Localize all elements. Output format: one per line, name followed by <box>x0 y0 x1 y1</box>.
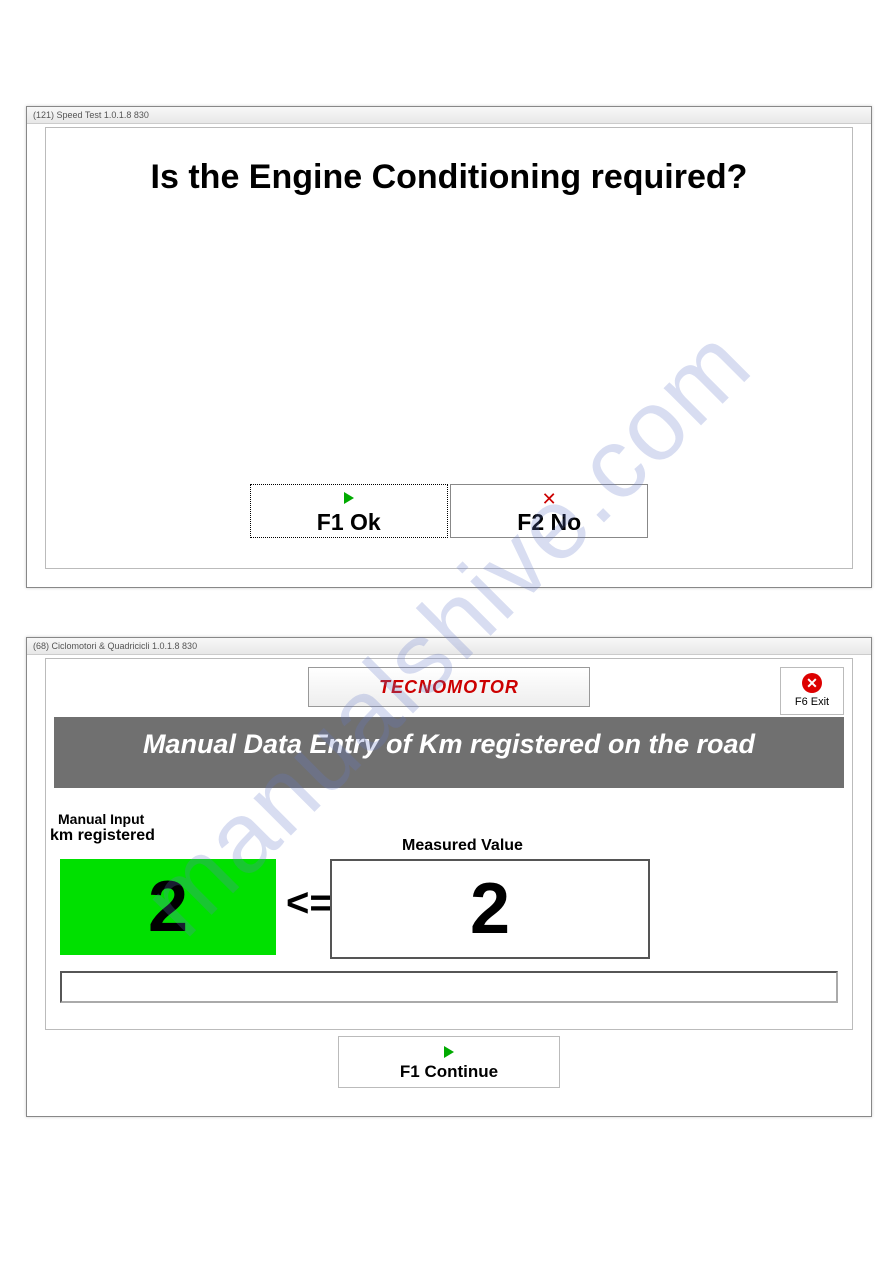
exit-button[interactable]: ✕ F6 Exit <box>780 667 844 715</box>
play-icon <box>344 492 354 504</box>
manual-entry-banner: Manual Data Entry of Km registered on th… <box>54 717 844 788</box>
engine-conditioning-question: Is the Engine Conditioning required? <box>46 158 852 197</box>
logo-text: TECNOMOTOR <box>379 668 519 706</box>
dialog-button-row: F1 Ok ✕ F2 No <box>46 484 852 538</box>
close-icon: ✕ <box>542 491 557 507</box>
window1-title: (121) Speed Test 1.0.1.8 830 <box>27 107 871 124</box>
comparison-operator: <= <box>286 881 333 926</box>
limit-value-box: 2 <box>60 859 276 955</box>
exit-icon: ✕ <box>802 673 822 693</box>
exit-button-label: F6 Exit <box>781 693 843 708</box>
measured-value-input[interactable]: 2 <box>330 859 650 959</box>
manual-input-label: Manual Input <box>58 811 144 827</box>
no-button[interactable]: ✕ F2 No <box>450 484 648 538</box>
measured-value-label: Measured Value <box>402 837 523 855</box>
ok-button-label: F1 Ok <box>251 507 447 536</box>
speed-test-window: (121) Speed Test 1.0.1.8 830 Is the Engi… <box>26 106 872 588</box>
continue-button[interactable]: F1 Continue <box>338 1036 560 1088</box>
tecnomotor-logo: TECNOMOTOR <box>308 667 590 707</box>
window2-title: (68) Ciclomotori & Quadricicli 1.0.1.8 8… <box>27 638 871 655</box>
window2-content-panel: TECNOMOTOR ✕ F6 Exit Manual Data Entry o… <box>45 658 853 1030</box>
km-registered-label: km registered <box>50 827 155 845</box>
manual-entry-window: (68) Ciclomotori & Quadricicli 1.0.1.8 8… <box>26 637 872 1117</box>
window1-content-panel: Is the Engine Conditioning required? F1 … <box>45 127 853 569</box>
continue-button-label: F1 Continue <box>339 1059 559 1082</box>
no-button-label: F2 No <box>451 507 647 536</box>
play-icon <box>444 1046 454 1058</box>
ok-button[interactable]: F1 Ok <box>250 484 448 538</box>
status-field <box>60 971 838 1003</box>
